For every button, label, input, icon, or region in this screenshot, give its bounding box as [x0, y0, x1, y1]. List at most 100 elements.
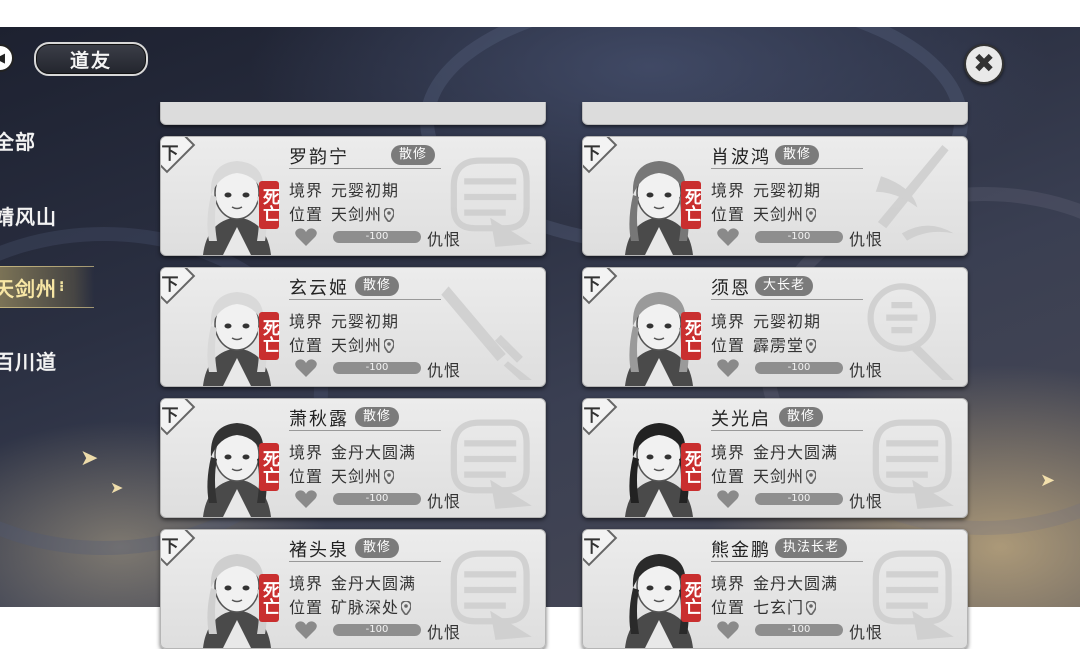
- list-item-partial[interactable]: [160, 102, 546, 125]
- location-row: 位置 天剑州: [289, 463, 395, 487]
- close-icon: ✖: [973, 49, 995, 79]
- down-label: 下: [583, 144, 601, 164]
- down-label: 下: [161, 406, 179, 426]
- active-marker-icon: ⁝: [59, 279, 66, 295]
- hatred-label: 仇恨: [849, 361, 884, 380]
- dead-badge: 死亡: [681, 443, 701, 491]
- sect-tag: 散修: [779, 407, 824, 427]
- realm-value: 元婴初期: [753, 312, 822, 331]
- realm-row: 境界 元婴初期: [711, 312, 822, 331]
- dead-badge: 死亡: [681, 181, 701, 229]
- down-label: 下: [583, 275, 601, 295]
- dead-badge: 死亡: [259, 181, 279, 229]
- realm-value: 元婴初期: [331, 312, 400, 331]
- heart-icon: [717, 359, 739, 377]
- character-name: 褚头泉: [289, 540, 349, 561]
- npc-card[interactable]: 下 死亡 熊金鹏 执法长老 境界 金丹大圆满 位置 七玄门 -100 仇恨: [582, 529, 968, 649]
- sect-tag: 散修: [775, 145, 820, 165]
- sect-tag: 散修: [355, 276, 400, 296]
- heart-icon: [295, 359, 317, 377]
- realm-value: 元婴初期: [331, 181, 400, 200]
- hatred-label: 仇恨: [849, 623, 884, 642]
- back-arrow-icon: ◀: [0, 51, 5, 66]
- divider: [711, 430, 863, 431]
- location-row: 位置 七玄门: [711, 594, 817, 618]
- divider: [289, 561, 441, 562]
- dead-badge: 死亡: [259, 443, 279, 491]
- divider: [289, 299, 441, 300]
- divider: [711, 299, 863, 300]
- favor-bar: -100: [333, 362, 421, 374]
- divider: [289, 430, 441, 431]
- location-value: 天剑州: [753, 205, 805, 224]
- favor-bar: -100: [333, 493, 421, 505]
- location-value: 七玄门: [753, 598, 805, 617]
- sidebar-item-all[interactable]: 全部: [0, 126, 36, 155]
- location-value: 天剑州: [753, 467, 805, 486]
- realm-row: 境界 元婴初期: [289, 181, 400, 200]
- hatred-label: 仇恨: [849, 492, 884, 511]
- favor-bar: -100: [333, 231, 421, 243]
- location-pin-icon[interactable]: [384, 208, 395, 222]
- down-label: 下: [161, 144, 179, 164]
- location-pin-icon[interactable]: [806, 470, 817, 484]
- location-value: 天剑州: [331, 205, 383, 224]
- sidebar-item-tianjianzhou[interactable]: 天剑州 ⁝: [0, 266, 94, 308]
- location-row: 位置 矿脉深处: [289, 594, 412, 618]
- location-pin-icon[interactable]: [401, 601, 412, 615]
- location-pin-icon[interactable]: [806, 208, 817, 222]
- realm-row: 境界 金丹大圆满: [289, 443, 417, 462]
- npc-card[interactable]: 下 死亡 玄云姬 散修 境界 元婴初期 位置 天剑州 -100 仇恨: [160, 267, 546, 387]
- realm-row: 境界 元婴初期: [711, 181, 822, 200]
- npc-card[interactable]: 下 死亡 萧秋露 散修 境界 金丹大圆满 位置 天剑州 -100 仇恨: [160, 398, 546, 518]
- location-value: 天剑州: [331, 467, 383, 486]
- down-label: 下: [161, 537, 179, 557]
- heart-icon: [717, 490, 739, 508]
- character-name: 熊金鹏: [711, 540, 771, 561]
- npc-card[interactable]: 下 死亡 褚头泉 散修 境界 金丹大圆满 位置 矿脉深处 -100 仇恨: [160, 529, 546, 649]
- npc-card[interactable]: 下 死亡 罗韵宁 散修 境界 元婴初期 位置 天剑州 -100 仇恨: [160, 136, 546, 256]
- hatred-label: 仇恨: [427, 492, 462, 511]
- sect-tag: 散修: [355, 407, 400, 427]
- sidebar-item-jingfengshan[interactable]: 靖风山: [0, 201, 57, 230]
- location-pin-icon[interactable]: [384, 470, 395, 484]
- dead-badge: 死亡: [681, 574, 701, 622]
- dead-badge: 死亡: [259, 312, 279, 360]
- heart-icon: [295, 228, 317, 246]
- sect-tag: 散修: [355, 538, 400, 558]
- location-pin-icon[interactable]: [384, 339, 395, 353]
- npc-card[interactable]: 下 死亡 肖波鸿 散修 境界 元婴初期 位置 天剑州 -100 仇恨: [582, 136, 968, 256]
- favor-bar: -100: [755, 624, 843, 636]
- heart-icon: [295, 621, 317, 639]
- realm-value: 金丹大圆满: [753, 574, 839, 593]
- location-row: 位置 天剑州: [289, 332, 395, 356]
- npc-card[interactable]: 下 死亡 须恩 大长老 境界 元婴初期 位置 霹雳堂 -100 仇恨: [582, 267, 968, 387]
- location-row: 位置 天剑州: [289, 201, 395, 225]
- down-label: 下: [583, 406, 601, 426]
- location-row: 位置 天剑州: [711, 463, 817, 487]
- heart-icon: [717, 228, 739, 246]
- favor-bar: -100: [755, 362, 843, 374]
- hatred-label: 仇恨: [427, 361, 462, 380]
- npc-card[interactable]: 下 死亡 关光启 散修 境界 金丹大圆满 位置 天剑州 -100 仇恨: [582, 398, 968, 518]
- location-value: 霹雳堂: [753, 336, 805, 355]
- divider: [289, 168, 441, 169]
- hatred-label: 仇恨: [427, 623, 462, 642]
- sparkle-icon: ➤: [110, 478, 124, 497]
- divider: [711, 168, 863, 169]
- down-label: 下: [161, 275, 179, 295]
- sparkle-icon: ➤: [80, 446, 99, 471]
- page-title: 道友: [34, 42, 148, 76]
- sect-tag: 执法长老: [775, 538, 848, 558]
- location-value: 矿脉深处: [331, 598, 400, 617]
- list-item-partial[interactable]: [582, 102, 968, 125]
- location-pin-icon[interactable]: [806, 339, 817, 353]
- close-button[interactable]: ✖: [964, 44, 1004, 84]
- dead-badge: 死亡: [259, 574, 279, 622]
- heart-icon: [295, 490, 317, 508]
- down-label: 下: [583, 537, 601, 557]
- location-pin-icon[interactable]: [806, 601, 817, 615]
- location-row: 位置 霹雳堂: [711, 332, 817, 356]
- sidebar-item-baichuandao[interactable]: 百川道: [0, 346, 57, 375]
- heart-icon: [717, 621, 739, 639]
